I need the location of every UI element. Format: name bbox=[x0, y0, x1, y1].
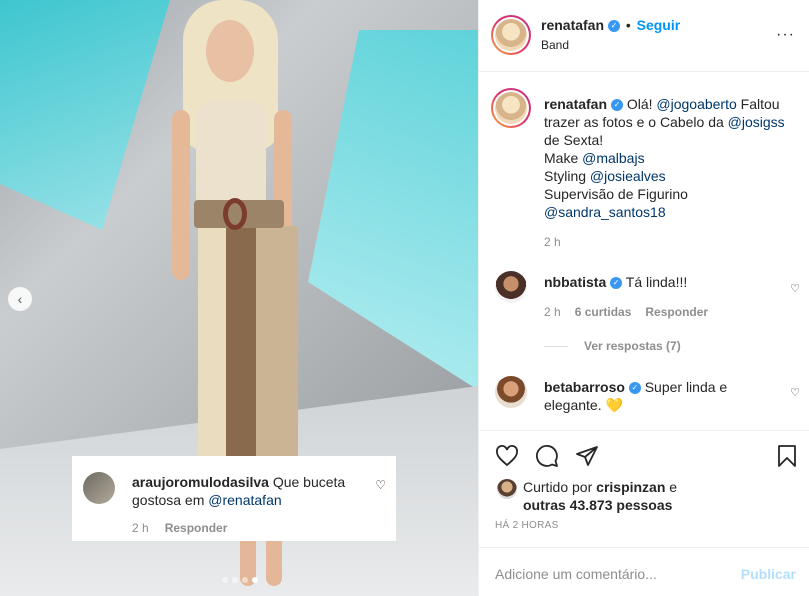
comment-body: Tá linda!!! bbox=[625, 274, 688, 290]
mention-link[interactable]: @renatafan bbox=[208, 492, 281, 508]
carousel-dot bbox=[222, 577, 228, 583]
view-replies-button[interactable]: Ver respostas (7) bbox=[544, 339, 681, 353]
comment-time: 2 h bbox=[544, 305, 561, 319]
carousel-dot bbox=[232, 577, 238, 583]
background-panel bbox=[0, 0, 170, 230]
verified-badge-icon: ✓ bbox=[610, 277, 623, 290]
publish-button[interactable]: Publicar bbox=[741, 566, 796, 582]
caption-text: de Sexta! bbox=[544, 132, 604, 148]
liker-username[interactable]: crispinzan bbox=[596, 479, 665, 495]
avatar[interactable] bbox=[495, 271, 527, 303]
reply-button[interactable]: Responder bbox=[645, 305, 708, 319]
caption-text: Olá! bbox=[626, 96, 653, 112]
mention-link[interactable]: @sandra_santos18 bbox=[544, 204, 666, 220]
comment-time: 2 h bbox=[132, 521, 149, 535]
caption-text: Supervisão de Figurino bbox=[544, 186, 688, 202]
header-user-line: renatafan ✓ • Seguir bbox=[541, 17, 680, 33]
chevron-left-icon: ‹ bbox=[17, 291, 23, 307]
comment-username[interactable]: araujoromulodasilva bbox=[132, 474, 269, 490]
comment-icon[interactable] bbox=[535, 444, 559, 472]
post-username[interactable]: renatafan bbox=[541, 17, 604, 33]
verified-badge-icon: ✓ bbox=[607, 20, 620, 33]
separator-dot: • bbox=[625, 17, 631, 33]
comment-body: Super linda e bbox=[644, 379, 728, 395]
photo-subject-skirt bbox=[198, 226, 298, 466]
caption-time: 2 h bbox=[544, 235, 561, 249]
likes-summary: Curtido por crispinzan e outras 43.873 p… bbox=[523, 478, 803, 514]
photo-subject-arm bbox=[172, 110, 190, 280]
share-icon[interactable] bbox=[575, 444, 599, 472]
post-sidebar: renatafan ✓ • Seguir Band ··· renatafan … bbox=[478, 0, 809, 596]
heart-icon[interactable]: ♡ bbox=[790, 386, 800, 399]
follow-button[interactable]: Seguir bbox=[637, 17, 681, 33]
verified-badge-icon: ✓ bbox=[628, 382, 641, 395]
photo-subject-buckle bbox=[223, 198, 247, 230]
comment-username[interactable]: nbbatista bbox=[544, 274, 606, 290]
post-header: renatafan ✓ • Seguir Band ··· bbox=[479, 0, 809, 72]
comment-meta: 2 h 6 curtidas Responder bbox=[544, 305, 708, 319]
divider bbox=[544, 345, 568, 347]
avatar[interactable] bbox=[491, 15, 531, 55]
comment-username[interactable]: betabarroso bbox=[544, 379, 625, 395]
mention-link[interactable]: @josiealves bbox=[590, 168, 666, 184]
caption-text: trazer as fotos e o Cabelo da bbox=[544, 114, 724, 130]
likes-others-link[interactable]: outras 43.873 pessoas bbox=[523, 497, 672, 513]
caption-text: Styling bbox=[544, 168, 587, 184]
previous-photo-button[interactable]: ‹ bbox=[8, 287, 32, 311]
comment: betabarroso ✓ Super linda e elegante. 💛 bbox=[544, 378, 764, 414]
bookmark-icon[interactable] bbox=[775, 444, 799, 472]
comment-input[interactable]: Adicione um comentário... bbox=[495, 566, 657, 582]
caption-text: Make bbox=[544, 150, 579, 166]
post-caption: renatafan ✓ Olá! @jogoaberto Faltou traz… bbox=[544, 95, 800, 221]
comment-meta: 2 h Responder bbox=[132, 521, 227, 535]
comment-body: gostosa em bbox=[132, 492, 205, 508]
comment-body: Que buceta bbox=[272, 474, 346, 490]
mention-link[interactable]: @josigss bbox=[728, 114, 785, 130]
carousel-dots bbox=[222, 577, 258, 583]
avatar[interactable] bbox=[83, 472, 115, 504]
add-comment-bar: Adicione um comentário... Publicar bbox=[479, 547, 809, 596]
avatar[interactable] bbox=[495, 376, 527, 408]
comment: nbbatista ✓ Tá linda!!! bbox=[544, 274, 687, 290]
carousel-dot bbox=[242, 577, 248, 583]
comment-body: elegante. 💛 bbox=[544, 397, 623, 413]
comment-likes[interactable]: 6 curtidas bbox=[575, 305, 632, 319]
post-location[interactable]: Band bbox=[541, 38, 569, 52]
mention-link[interactable]: @jogoaberto bbox=[656, 96, 736, 112]
photo-subject-face bbox=[206, 20, 254, 82]
caption-text: Faltou bbox=[740, 96, 780, 112]
heart-icon[interactable]: ♡ bbox=[375, 478, 386, 492]
background-panel bbox=[308, 30, 478, 390]
popup-comment-text: araujoromulodasilva Que buceta gostosa e… bbox=[132, 473, 364, 509]
carousel-dot-active bbox=[252, 577, 258, 583]
mention-link[interactable]: @malbajs bbox=[582, 150, 644, 166]
more-options-icon[interactable]: ··· bbox=[776, 26, 795, 44]
heart-icon[interactable]: ♡ bbox=[790, 282, 800, 295]
verified-badge-icon: ✓ bbox=[610, 99, 623, 112]
post-timestamp[interactable]: HÁ 2 HORAS bbox=[495, 520, 559, 531]
avatar[interactable] bbox=[497, 479, 517, 499]
reply-button[interactable]: Responder bbox=[165, 521, 228, 535]
photo-subject-top bbox=[196, 100, 266, 210]
photo-comment-popup: araujoromulodasilva Que buceta gostosa e… bbox=[72, 456, 396, 541]
view-replies-label: Ver respostas (7) bbox=[584, 339, 681, 353]
heart-icon[interactable] bbox=[495, 444, 519, 472]
caption-username[interactable]: renatafan bbox=[544, 96, 607, 112]
post-photo[interactable]: ‹ araujoromulodasilva Que buceta gostosa… bbox=[0, 0, 478, 596]
likes-prefix: Curtido por bbox=[523, 479, 593, 495]
avatar[interactable] bbox=[491, 88, 531, 128]
divider bbox=[479, 430, 809, 431]
likes-and: e bbox=[669, 479, 678, 495]
